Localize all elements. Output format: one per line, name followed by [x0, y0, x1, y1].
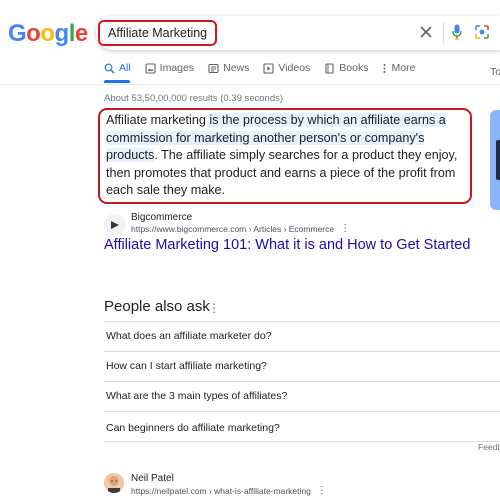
news-icon [208, 63, 219, 73]
more-dots-icon [383, 63, 386, 73]
next-result-url-row: https://neilpatel.com › what-is-affiliat… [131, 485, 327, 496]
tab-more[interactable]: More [382, 62, 415, 74]
neil-patel-avatar [104, 473, 124, 493]
paa-more-options-icon[interactable]: ⋮ [208, 301, 220, 315]
bigcommerce-favicon [104, 214, 126, 236]
paa-divider [104, 321, 500, 322]
clear-icon[interactable] [418, 24, 434, 40]
microphone-icon[interactable] [450, 23, 464, 41]
logo-letter: o [40, 20, 55, 47]
active-tab-indicator [104, 80, 130, 83]
snippet-text: . The affiliate simply searches for a pr… [106, 148, 458, 197]
tab-all[interactable]: All [104, 62, 131, 74]
tab-label: Books [339, 62, 369, 74]
featured-snippet: Affiliate marketing is the process by wh… [98, 108, 472, 204]
image-icon [145, 62, 156, 74]
header-divider [0, 84, 500, 85]
logo-letter: e [74, 20, 88, 47]
logo-letter: G [8, 20, 27, 47]
tab-label: All [119, 62, 131, 74]
tools-button[interactable]: To [490, 66, 500, 78]
searchbar-divider [443, 22, 444, 44]
tab-images[interactable]: Images [145, 62, 194, 74]
paa-divider [104, 441, 500, 442]
search-input[interactable]: Affiliate Marketing [98, 20, 218, 46]
paa-question[interactable]: What are the 3 main types of affiliates? [106, 390, 287, 402]
source-url-row: https://www.bigcommerce.com › Articles ›… [131, 223, 350, 234]
source-url[interactable]: https://www.bigcommerce.com › Articles ›… [131, 224, 334, 234]
logo-letter: g [54, 20, 70, 47]
google-logo[interactable]: Google [8, 20, 88, 48]
result-stats: About 53,50,00,000 results (0.39 seconds… [104, 93, 284, 104]
paa-divider [104, 351, 500, 352]
paa-divider [104, 411, 500, 412]
next-result-site-name: Neil Patel [131, 473, 174, 484]
book-icon [325, 62, 334, 74]
search-tabs: All Images News Videos Books More [104, 62, 429, 74]
tab-news[interactable]: News [208, 62, 249, 74]
camera-lens-icon[interactable] [474, 23, 490, 41]
paa-question[interactable]: How can I start affiliate marketing? [106, 360, 267, 372]
tab-videos[interactable]: Videos [263, 62, 310, 74]
search-icon [104, 63, 115, 74]
snippet-text: Affiliate marketing [106, 113, 210, 127]
tab-books[interactable]: Books [324, 62, 368, 74]
more-options-icon[interactable]: ⋮ [340, 223, 350, 234]
paa-question[interactable]: Can beginners do affiliate marketing? [106, 422, 280, 434]
snippet-thumbnail-graphic [496, 140, 500, 180]
paa-question[interactable]: What does an affiliate marketer do? [106, 330, 272, 342]
tab-label: More [391, 62, 416, 74]
source-site-name: Bigcommerce [131, 212, 193, 223]
next-result-url[interactable]: https://neilpatel.com › what-is-affiliat… [131, 486, 311, 496]
people-also-ask-heading: People also ask [104, 298, 210, 315]
play-icon [263, 62, 274, 74]
paa-divider [104, 381, 500, 382]
result-title-link[interactable]: Affiliate Marketing 101: What it is and … [104, 237, 470, 253]
tab-label: Videos [278, 62, 311, 74]
more-options-icon[interactable]: ⋮ [317, 485, 327, 496]
tab-label: Images [159, 62, 195, 74]
feedback-link[interactable]: Feedb [478, 442, 500, 452]
logo-letter: o [26, 20, 41, 47]
tab-label: News [223, 62, 250, 74]
